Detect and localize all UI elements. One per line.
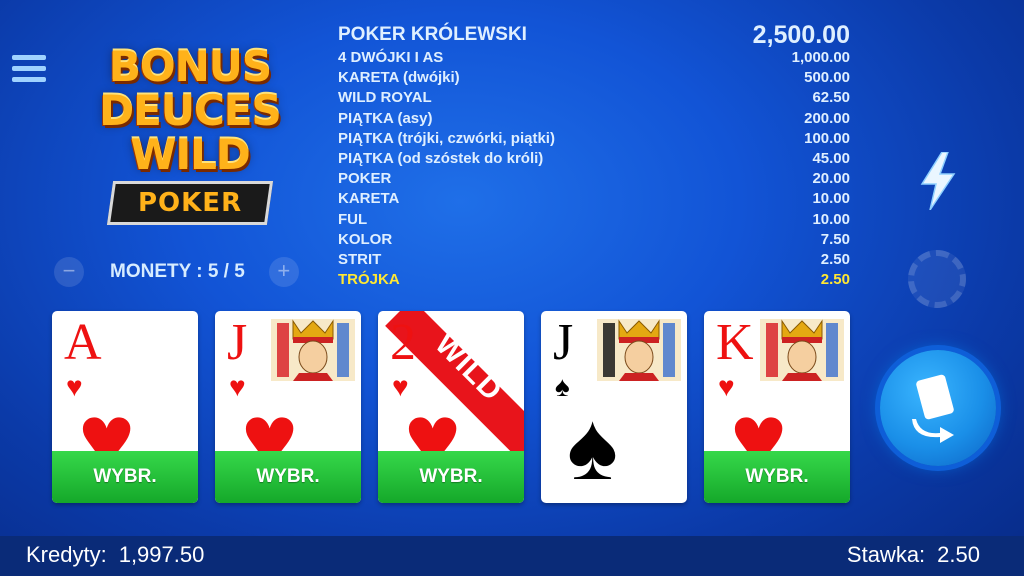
- paytable-payout: 100.00: [804, 129, 850, 147]
- paytable-hand: PIĄTKA (od szóstek do króli): [338, 149, 544, 167]
- paytable-row: FUL 10.00: [338, 210, 850, 230]
- paytable-hand: STRIT: [338, 250, 382, 268]
- paytable-payout: 2.50: [820, 271, 850, 289]
- paytable-row: 4 DWÓJKI I AS 1,000.00: [338, 48, 850, 68]
- paytable-row: KARETA 10.00: [338, 189, 850, 209]
- credits-value: 1,997.50: [118, 542, 205, 567]
- paytable-row: POKER 20.00: [338, 169, 850, 189]
- paytable-row: POKER KRÓLEWSKI 2,500.00: [338, 22, 850, 48]
- lightning-bolt-icon[interactable]: [918, 152, 958, 210]
- playing-card[interactable]: K ♥ ♥ WYBR.: [704, 311, 850, 503]
- paytable-payout: 2,500.00: [752, 21, 850, 49]
- card-suit-large: ♠: [567, 393, 618, 500]
- paytable-row: PIĄTKA (asy) 200.00: [338, 109, 850, 129]
- paytable-row: TRÓJKA 2.50: [338, 270, 850, 290]
- paytable-payout: 10.00: [812, 210, 850, 228]
- card-rank: J: [553, 314, 574, 371]
- paytable-payout: 10.00: [812, 190, 850, 208]
- paytable-payout: 7.50: [820, 230, 850, 248]
- paytable-hand: PIĄTKA (trójki, czwórki, piątki): [338, 129, 555, 147]
- credits-display: Kredyty: 1,997.50: [26, 542, 216, 568]
- paytable: POKER KRÓLEWSKI 2,500.00 4 DWÓJKI I AS 1,00…: [338, 22, 850, 290]
- paytable-row: KARETA (dwójki) 500.00: [338, 68, 850, 88]
- paytable-row: KOLOR 7.50: [338, 230, 850, 250]
- paytable-payout: 45.00: [812, 149, 850, 167]
- paytable-hand: KARETA: [338, 190, 400, 208]
- paytable-payout: 500.00: [804, 69, 850, 87]
- paytable-hand: TRÓJKA: [338, 271, 400, 289]
- face-card-art: [760, 319, 844, 381]
- paytable-row: STRIT 2.50: [338, 250, 850, 270]
- logo-line-3: WILD: [130, 130, 251, 179]
- paytable-hand: POKER KRÓLEWSKI: [338, 24, 527, 45]
- held-label: WYBR.: [704, 451, 850, 503]
- paytable-payout: 62.50: [812, 89, 850, 107]
- credits-label: Kredyty:: [26, 542, 107, 567]
- chip-icon[interactable]: [908, 250, 966, 308]
- stake-display[interactable]: Stawka: 2.50: [847, 542, 992, 568]
- held-label: WYBR.: [52, 451, 198, 503]
- game-logo: BONUS DEUCES WILD POKER: [95, 45, 285, 225]
- held-label: WYBR.: [378, 451, 524, 503]
- paytable-hand: KARETA (dwójki): [338, 69, 460, 87]
- coins-plus-button[interactable]: +: [268, 257, 299, 287]
- playing-card[interactable]: J ♥ ♥ WYBR.: [215, 311, 361, 503]
- menu-icon[interactable]: [12, 55, 46, 89]
- draw-cards-icon: [912, 374, 954, 443]
- draw-button[interactable]: [880, 350, 996, 466]
- paytable-payout: 1,000.00: [791, 49, 850, 66]
- paytable-payout: 2.50: [820, 250, 850, 268]
- logo-line-1: BONUS: [108, 42, 272, 91]
- paytable-payout: 20.00: [812, 170, 850, 188]
- coins-label: MONETY : 5 / 5: [110, 261, 245, 282]
- logo-band: POKER: [106, 181, 274, 225]
- stake-label: Stawka:: [846, 542, 926, 567]
- card-rank: K: [716, 314, 754, 371]
- coins-minus-button[interactable]: −: [54, 257, 84, 287]
- paytable-payout: 200.00: [804, 109, 850, 127]
- paytable-hand: 4 DWÓJKI I AS: [338, 49, 444, 66]
- paytable-hand: KOLOR: [338, 230, 393, 248]
- card-rank: J: [227, 314, 248, 371]
- paytable-hand: PIĄTKA (asy): [338, 109, 433, 127]
- paytable-row: PIĄTKA (trójki, czwórki, piątki) 100.00: [338, 129, 850, 149]
- card-rank: A: [64, 314, 102, 371]
- held-label: WYBR.: [215, 451, 361, 503]
- playing-card[interactable]: WILD 2 ♥ ♥ WYBR.: [378, 311, 524, 503]
- playing-card[interactable]: A ♥ ♥ WYBR.: [52, 311, 198, 503]
- logo-line-2: DEUCES: [99, 86, 281, 135]
- paytable-hand: POKER: [338, 170, 392, 188]
- coins-selector: − MONETY : 5 / 5 +: [54, 257, 324, 287]
- playing-card[interactable]: J ♠ ♠: [541, 311, 687, 503]
- paytable-row: PIĄTKA (od szóstek do króli) 45.00: [338, 149, 850, 169]
- paytable-row: WILD ROYAL 62.50: [338, 88, 850, 108]
- face-card-art: [271, 319, 355, 381]
- face-card-art: [597, 319, 681, 381]
- paytable-hand: WILD ROYAL: [338, 89, 432, 107]
- card-rank: 2: [390, 314, 416, 371]
- stake-value: 2.50: [937, 542, 980, 567]
- paytable-hand: FUL: [338, 210, 368, 228]
